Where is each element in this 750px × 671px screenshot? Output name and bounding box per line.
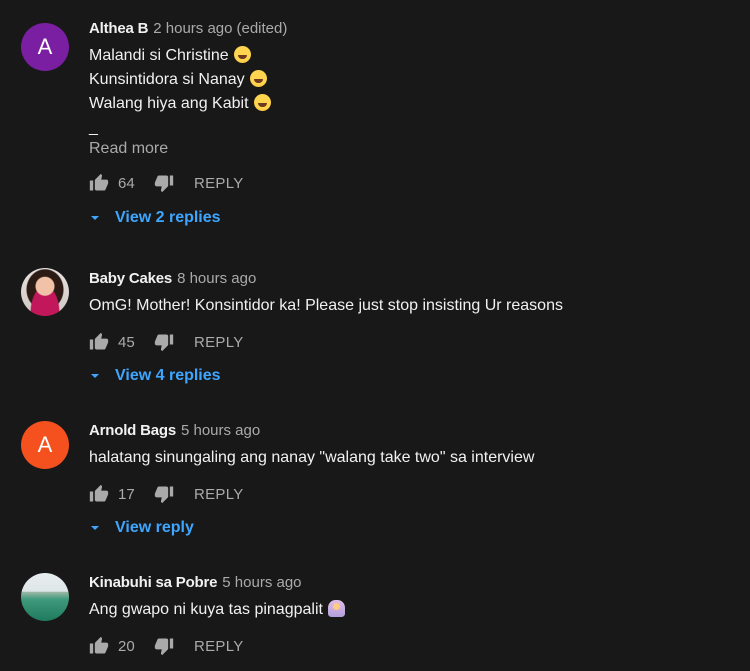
thumbs-up-icon[interactable] [89, 332, 109, 352]
timestamp[interactable]: 2 hours ago [153, 20, 232, 37]
reply-button[interactable]: REPLY [194, 334, 244, 351]
view-replies-label: View reply [115, 519, 194, 536]
avatar-letter: A [37, 432, 53, 457]
timestamp[interactable]: 8 hours ago [177, 270, 256, 287]
comment-header: Althea B 2 hours ago (edited) [89, 18, 730, 38]
avatar[interactable] [21, 268, 69, 316]
edited-label: (edited) [236, 19, 288, 37]
chevron-down-icon [89, 370, 101, 382]
chevron-down-icon [89, 212, 101, 224]
view-replies-button[interactable]: View 4 replies [89, 364, 730, 388]
comment-actions: 64 REPLY [89, 171, 730, 195]
view-replies-button[interactable]: View 2 replies [89, 206, 730, 230]
like-count: 64 [118, 174, 135, 192]
thumbs-down-icon[interactable] [154, 636, 174, 656]
comment-text-line: Kunsintidora si Nanay [89, 68, 730, 92]
author-name[interactable]: Kinabuhi sa Pobre [89, 574, 217, 591]
timestamp[interactable]: 5 hours ago [222, 574, 301, 591]
view-replies-label: View 2 replies [115, 209, 221, 226]
laughing-emoji-icon [233, 46, 251, 63]
author-name[interactable]: Arnold Bags [89, 422, 176, 439]
reply-button[interactable]: REPLY [194, 638, 244, 655]
author-name[interactable]: Baby Cakes [89, 270, 172, 287]
like-count: 45 [118, 333, 135, 351]
avatar[interactable] [21, 573, 69, 621]
thumbs-down-icon[interactable] [154, 484, 174, 504]
reply-button[interactable]: REPLY [194, 175, 244, 192]
timestamp[interactable]: 5 hours ago [181, 422, 260, 439]
comment-text-line: OmG! Mother! Konsintidor ka! Please just… [89, 297, 563, 314]
author-name[interactable]: Althea B [89, 20, 148, 37]
comment-text-line: halatang sinungaling ang nanay "walang t… [89, 449, 535, 466]
avatar[interactable]: A [21, 421, 69, 469]
avatar[interactable]: A [21, 23, 69, 71]
laughing-emoji-icon [249, 70, 267, 87]
laughing-emoji-icon [253, 94, 271, 111]
comment-text-line: Walang hiya ang Kabit [89, 92, 730, 116]
thumbs-up-icon[interactable] [89, 636, 109, 656]
chevron-down-icon [89, 522, 101, 534]
view-replies-label: View 4 replies [115, 367, 221, 384]
thumbs-down-icon[interactable] [154, 173, 174, 193]
avatar-letter: A [37, 34, 53, 59]
like-count: 20 [118, 637, 135, 655]
thumbs-down-icon[interactable] [154, 332, 174, 352]
thumbs-up-icon[interactable] [89, 484, 109, 504]
reply-button[interactable]: REPLY [194, 486, 244, 503]
comment-actions: 45 REPLY [89, 330, 730, 354]
read-more-link[interactable]: Read more [89, 138, 730, 160]
person-facepalming-icon [327, 600, 345, 617]
view-replies-button[interactable]: View reply [89, 516, 730, 540]
like-count: 17 [118, 485, 135, 503]
comment-actions: 20 REPLY [89, 634, 730, 658]
comment-header: Baby Cakes 8 hours ago [89, 268, 730, 288]
comment-header: Kinabuhi sa Pobre 5 hours ago [89, 572, 730, 592]
thumbs-up-icon[interactable] [89, 173, 109, 193]
comment-header: Arnold Bags 5 hours ago [89, 420, 730, 440]
comment-text-line: Ang gwapo ni kuya tas pinagpalit [89, 598, 730, 622]
truncated-text: _ [89, 119, 98, 136]
comment-text-line: Malandi si Christine [89, 44, 730, 68]
comment-actions: 17 REPLY [89, 482, 730, 506]
